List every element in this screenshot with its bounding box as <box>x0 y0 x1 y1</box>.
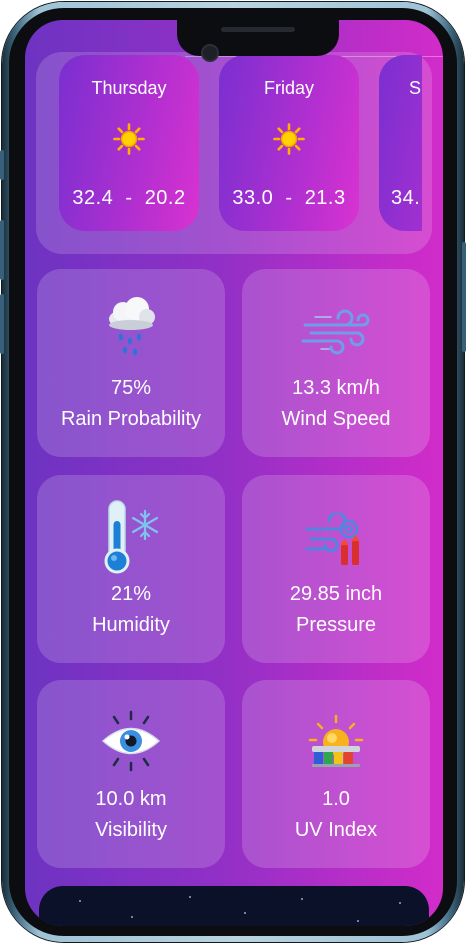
uv-index-value: 1.0 <box>322 788 350 810</box>
volume-up-button <box>0 220 4 280</box>
power-button <box>462 242 466 352</box>
pressure-card[interactable]: 29.85 inch Pressure <box>242 475 430 663</box>
bottom-navigation-bar[interactable] <box>39 886 429 926</box>
forecast-scroll-list[interactable]: Thursday 32.4 - 20.2 Friday 33.0 - 21.3 … <box>47 55 422 233</box>
wind-speed-label: Wind Speed <box>281 408 391 430</box>
visibility-value: 10.0 km <box>95 788 167 810</box>
humidity-value: 21% <box>110 583 152 605</box>
visibility-label: Visibility <box>95 819 167 841</box>
pressure-label: Pressure <box>295 614 377 636</box>
speaker-grille <box>221 27 295 32</box>
forecast-temperature-range: 34. <box>391 187 421 209</box>
forecast-temperature-range: 32.4 - 20.2 <box>72 187 186 209</box>
wind-icon <box>301 309 370 355</box>
thermometer-snow-icon <box>104 500 159 574</box>
uv-index-card[interactable]: 1.0 UV Index <box>242 680 430 868</box>
humidity-card[interactable]: 21% Humidity <box>37 475 225 663</box>
star-decoration <box>301 898 303 900</box>
star-decoration <box>399 902 401 904</box>
rain-probability-value: 75% <box>110 377 152 399</box>
star-decoration <box>131 916 133 918</box>
forecast-card-saturday[interactable]: S 34. <box>379 55 422 231</box>
sun-icon <box>113 123 145 155</box>
forecast-day-name: Thursday <box>91 78 167 98</box>
rain-cloud-icon <box>109 297 155 356</box>
rain-probability-card[interactable]: 75% Rain Probability <box>37 269 225 457</box>
star-decoration <box>79 900 81 902</box>
humidity-label: Humidity <box>92 614 170 636</box>
star-decoration <box>357 920 359 922</box>
forecast-card-friday[interactable]: Friday 33.0 - 21.3 <box>219 55 359 231</box>
sun-icon <box>273 123 305 155</box>
star-decoration <box>189 896 191 898</box>
eye-icon <box>101 710 161 772</box>
forecast-day-name: S <box>409 78 422 98</box>
forecast-card-thursday[interactable]: Thursday 32.4 - 20.2 <box>59 55 199 231</box>
wind-speed-value: 13.3 km/h <box>292 377 380 399</box>
uv-index-label: UV Index <box>294 819 378 841</box>
volume-down-button <box>0 294 4 354</box>
pressure-value: 29.85 inch <box>289 583 383 605</box>
uv-index-icon <box>308 714 364 767</box>
forecast-temperature-range: 33.0 - 21.3 <box>232 187 346 209</box>
app-screen: Thursday 32.4 - 20.2 Friday 33.0 - 21.3 … <box>25 20 443 926</box>
mute-switch <box>0 150 4 180</box>
pressure-gauge-icon <box>305 513 360 565</box>
visibility-card[interactable]: 10.0 km Visibility <box>37 680 225 868</box>
forecast-day-name: Friday <box>263 78 314 98</box>
front-camera <box>201 44 219 62</box>
rain-probability-label: Rain Probability <box>60 408 202 430</box>
wind-speed-card[interactable]: 13.3 km/h Wind Speed <box>242 269 430 457</box>
star-decoration <box>244 912 246 914</box>
